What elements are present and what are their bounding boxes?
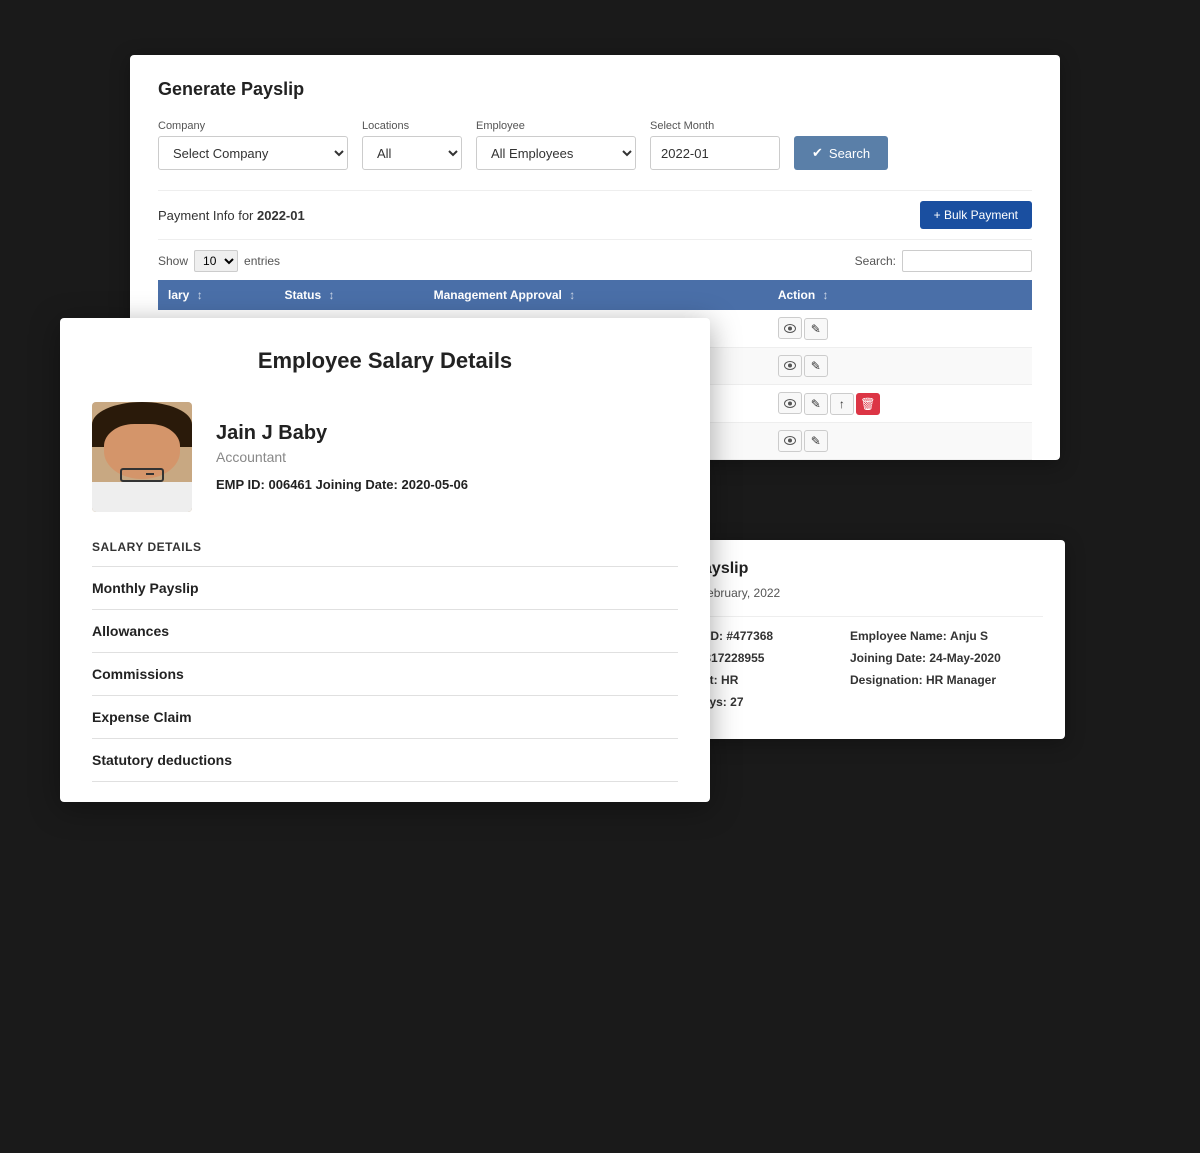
employee-meta: EMP ID: 006461 Joining Date: 2020-05-06 [216, 477, 468, 492]
eye-button[interactable] [778, 392, 802, 414]
show-label: Show [158, 254, 188, 268]
upload-button[interactable]: ↑ [830, 393, 854, 415]
salary-item-expense[interactable]: Expense Claim [92, 695, 678, 738]
search-button[interactable]: ✔ Search [794, 136, 888, 170]
col-approval[interactable]: Management Approval ↕ [424, 280, 768, 310]
table-controls: Show 10 entries Search: [158, 239, 1032, 280]
avatar [92, 402, 192, 512]
face-skin [104, 424, 180, 479]
col-salary[interactable]: lary ↕ [158, 280, 274, 310]
company-select[interactable]: Select Company [158, 136, 348, 170]
cell-action: ✎ [768, 310, 1032, 347]
edit-button[interactable]: ✎ [804, 393, 828, 415]
employee-role: Accountant [216, 449, 468, 465]
joining-date-item: Joining Date: 24-May-2020 [850, 651, 1043, 665]
bulk-payment-button[interactable]: + Bulk Payment [920, 201, 1032, 229]
month-input[interactable] [650, 136, 780, 170]
location-filter-group: Locations All [362, 120, 462, 170]
location-select[interactable]: All [362, 136, 462, 170]
designation-item: Designation: HR Manager [850, 673, 1043, 687]
cell-action: ✎↑🗑 [768, 385, 1032, 423]
search-label: Search: [855, 254, 896, 268]
salary-item-commissions[interactable]: Commissions [92, 652, 678, 695]
company-label: Company [158, 120, 348, 132]
table-search-input[interactable] [902, 250, 1032, 272]
checkmark-icon: ✔ [812, 145, 823, 161]
salary-section-title: SALARY DETAILS [92, 540, 678, 554]
employee-info: Jain J Baby Accountant EMP ID: 006461 Jo… [216, 422, 468, 492]
employee-label: Employee [476, 120, 636, 132]
table-search-box: Search: [855, 250, 1032, 272]
salary-details-card: Employee Salary Details Jain J Baby Acco… [60, 318, 710, 802]
eye-button[interactable] [778, 317, 802, 339]
salary-details-title: Employee Salary Details [92, 348, 678, 374]
col-action[interactable]: Action ↕ [768, 280, 1032, 310]
employee-name: Jain J Baby [216, 422, 468, 445]
employee-select[interactable]: All Employees [476, 136, 636, 170]
sort-icon: ↕ [197, 288, 203, 302]
glasses [120, 468, 164, 482]
payment-info-text: Payment Info for 2022-01 [158, 208, 305, 223]
payment-info-bar: Payment Info for 2022-01 + Bulk Payment [158, 190, 1032, 239]
generate-payslip-title: Generate Payslip [158, 79, 1032, 100]
edit-button[interactable]: ✎ [804, 318, 828, 340]
cell-action: ✎ [768, 422, 1032, 460]
month-filter-group: Select Month [650, 120, 780, 170]
shirt [92, 482, 192, 512]
sort-icon: ↕ [822, 288, 828, 302]
sort-icon: ↕ [569, 288, 575, 302]
sort-icon: ↕ [329, 288, 335, 302]
col-status[interactable]: Status ↕ [274, 280, 423, 310]
month-label: Select Month [650, 120, 780, 132]
employee-profile: Jain J Baby Accountant EMP ID: 006461 Jo… [92, 402, 678, 512]
salary-items-list: Monthly Payslip Allowances Commissions E… [92, 566, 678, 782]
search-button-label: Search [829, 146, 870, 161]
avatar-image [92, 402, 192, 512]
employee-filter-group: Employee All Employees [476, 120, 636, 170]
salary-item-monthly[interactable]: Monthly Payslip [92, 566, 678, 609]
cell-action: ✎ [768, 347, 1032, 385]
eye-button[interactable] [778, 430, 802, 452]
edit-button[interactable]: ✎ [804, 430, 828, 452]
salary-item-statutory[interactable]: Statutory deductions [92, 738, 678, 782]
location-label: Locations [362, 120, 462, 132]
delete-button[interactable]: 🗑 [856, 393, 880, 415]
employee-name-item: Employee Name: Anju S [850, 629, 1043, 643]
filter-row: Company Select Company Locations All Emp… [158, 120, 1032, 170]
entries-label: entries [244, 254, 280, 268]
edit-button[interactable]: ✎ [804, 355, 828, 377]
show-entries-control: Show 10 entries [158, 250, 280, 272]
eye-button[interactable] [778, 355, 802, 377]
company-filter-group: Company Select Company [158, 120, 348, 170]
salary-item-allowances[interactable]: Allowances [92, 609, 678, 652]
entries-select[interactable]: 10 [194, 250, 238, 272]
